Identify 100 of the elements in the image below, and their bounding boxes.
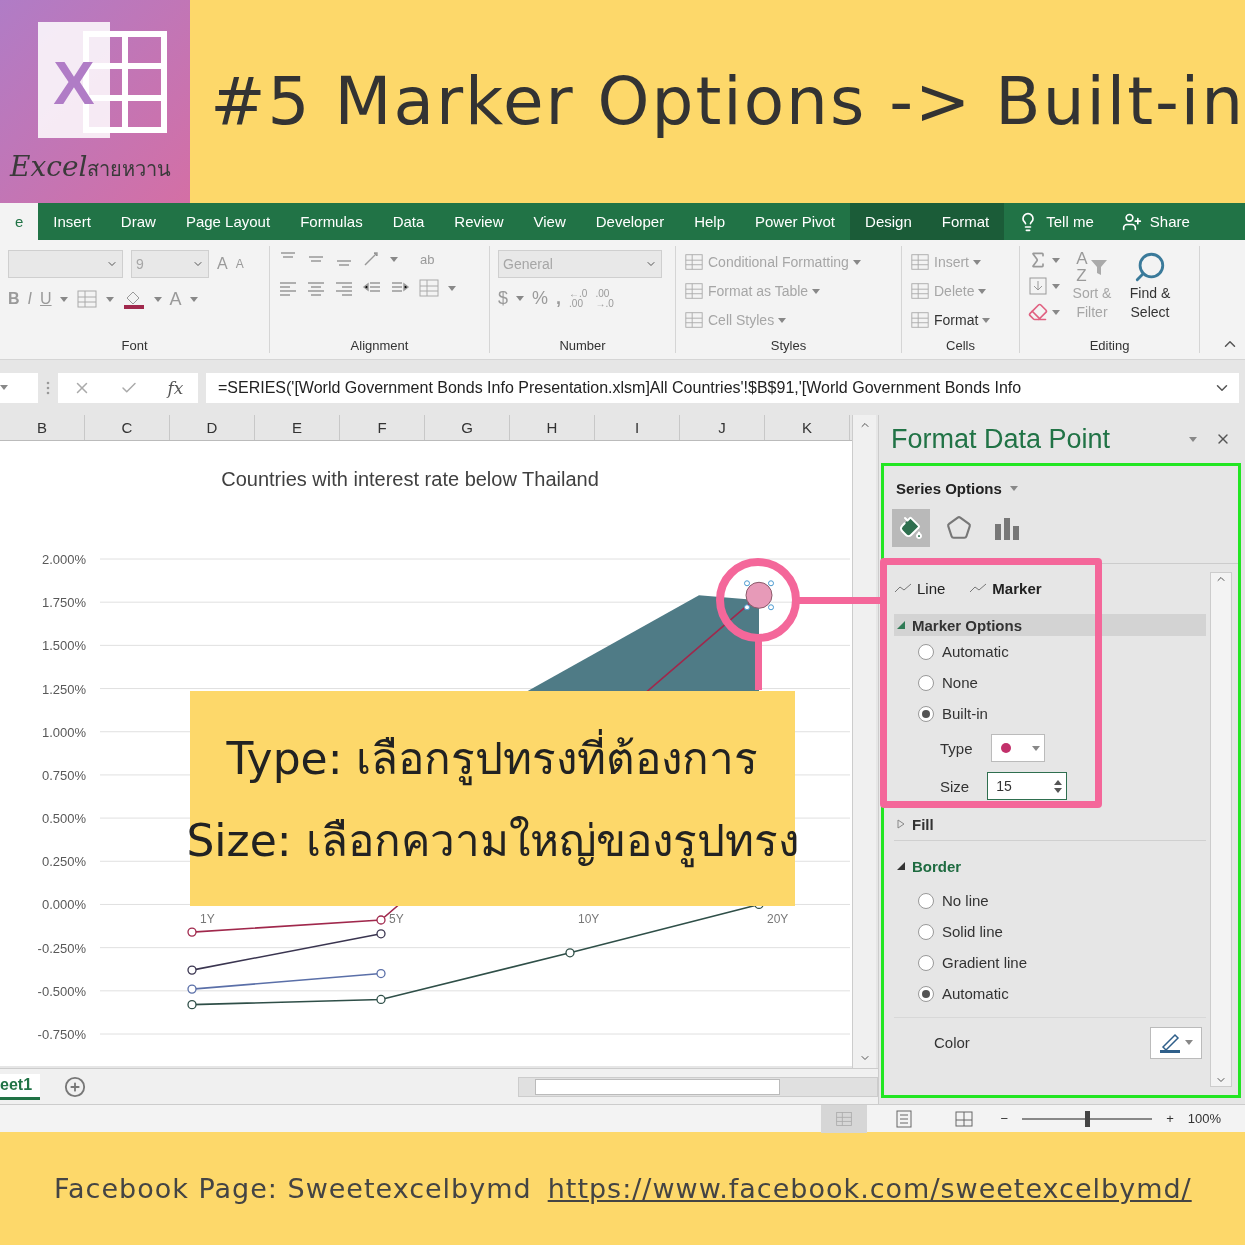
ribbon-tab[interactable]: Developer (580, 203, 680, 240)
data-point (565, 948, 575, 958)
ribbon-tab[interactable]: Power Pivot (740, 203, 851, 240)
marker-type-dropdown[interactable] (990, 734, 1045, 762)
insert-function-button[interactable]: fx (167, 377, 184, 398)
ribbon-command[interactable]: Format (910, 308, 1011, 332)
zoom-out-button[interactable]: − (1000, 1111, 1009, 1126)
vertical-scrollbar[interactable] (1210, 572, 1232, 1087)
align-center-icon[interactable] (306, 279, 326, 297)
ribbon-tab[interactable]: Draw (105, 203, 171, 240)
caret-icon (778, 317, 787, 323)
section-header[interactable]: Border (894, 855, 1206, 877)
axis-label: 5Y (389, 912, 404, 927)
zoom-in-button[interactable]: + (1166, 1111, 1174, 1126)
add-sheet-icon[interactable] (64, 1075, 87, 1098)
caret-icon (1052, 283, 1060, 289)
ribbon-tab[interactable]: Insert (38, 203, 106, 240)
ribbon-tab[interactable]: Review (439, 203, 519, 240)
caret-icon (1031, 745, 1040, 751)
group-label: Alignment (349, 338, 410, 353)
axis-label: 0.000% (41, 897, 86, 913)
collapsed-triangle-icon[interactable] (896, 819, 906, 829)
radio-option[interactable]: Automatic (894, 636, 1206, 667)
section-header[interactable]: Fill (894, 813, 1206, 835)
ribbon-tab[interactable]: Design (850, 203, 927, 240)
find-select-button[interactable]: Find & Select (1124, 284, 1176, 322)
radio-option[interactable]: No line (894, 885, 1206, 916)
caret-icon (1052, 257, 1060, 263)
search-icon[interactable] (1133, 250, 1167, 284)
chart-area[interactable] (0, 441, 852, 1066)
fill-down-icon[interactable] (1028, 276, 1048, 296)
sort-letter: Z (1076, 267, 1088, 284)
radio-option[interactable]: Solid line (894, 916, 1206, 947)
vertical-scrollbar[interactable] (852, 415, 876, 1068)
column-header[interactable]: I (595, 415, 680, 440)
eraser-icon[interactable] (1028, 302, 1048, 322)
size-spinner[interactable]: 15 (987, 772, 1068, 800)
column-header[interactable]: H (510, 415, 595, 440)
caret-icon (59, 296, 68, 302)
radio-option[interactable]: Built-in (894, 698, 1206, 729)
caret-icon (1189, 436, 1197, 442)
selected-marker[interactable] (744, 580, 774, 611)
column-header[interactable]: G (425, 415, 510, 440)
font-name-dropdown[interactable] (8, 250, 123, 278)
axis-label: 0.250% (41, 854, 86, 870)
formula-field[interactable]: =SERIES('[World Government Bonds Info Presentation.xlsm]All Countries'!$B$91,'[World Government Bonds Info (206, 372, 1239, 403)
merge-cells-icon[interactable] (418, 278, 440, 298)
radio-option[interactable]: Gradient line (894, 947, 1206, 978)
sheet-tab[interactable]: eet1 (0, 1073, 41, 1100)
zoom-slider-thumb[interactable] (1085, 1110, 1091, 1127)
section-header[interactable]: Marker Options (894, 614, 1206, 636)
data-point (376, 968, 386, 979)
filter-icon (1089, 257, 1108, 277)
column-header[interactable]: K (765, 415, 850, 440)
name-box[interactable] (0, 372, 38, 403)
radio-option[interactable]: None (894, 667, 1206, 698)
grip-icon (46, 380, 50, 395)
zoom-level[interactable]: 100% (1187, 1111, 1221, 1126)
column-header[interactable]: F (340, 415, 425, 440)
ribbon-tab[interactable]: Help (679, 203, 740, 240)
column-header[interactable]: E (255, 415, 340, 440)
align-left-icon[interactable] (278, 279, 298, 297)
column-header[interactable]: J (680, 415, 765, 440)
page-title: #5 Marker Options -> Built-in (209, 62, 1245, 142)
bar-chart-icon (994, 516, 1020, 540)
data-point (187, 1000, 197, 1010)
add-person-icon[interactable] (1121, 211, 1142, 232)
pane-icon-tab[interactable] (892, 509, 930, 547)
ribbon-tab[interactable]: Data (377, 203, 440, 240)
ribbon-tab[interactable]: View (518, 203, 581, 240)
series-options-dropdown[interactable]: Series Options (896, 480, 1002, 497)
expanded-triangle-icon[interactable] (896, 861, 906, 871)
pane-subtab[interactable]: Line (894, 579, 946, 597)
caret-icon (0, 385, 8, 390)
color-picker-button[interactable] (1150, 1026, 1202, 1059)
share-button[interactable]: Share (1149, 213, 1190, 230)
normal-view-button[interactable] (820, 1104, 867, 1133)
ribbon-tab[interactable]: Formulas (285, 203, 378, 240)
ribbon-tab[interactable]: Page Layout (170, 203, 286, 240)
ribbon-tab[interactable]: e (0, 203, 39, 240)
facebook-link[interactable]: https://www.facebook.com/sweetexcelbymd/ (547, 1173, 1192, 1204)
footer-text: Facebook Page: Sweetexcelbymd (54, 1173, 532, 1204)
axis-label: 20Y (767, 912, 789, 927)
caret-icon (1009, 486, 1018, 491)
column-header[interactable]: D (170, 415, 255, 440)
radio-option[interactable]: Automatic (894, 978, 1206, 1009)
caret-icon (448, 285, 456, 291)
align-right-icon[interactable] (334, 279, 354, 297)
pane-subtab[interactable]: Marker (969, 579, 1042, 597)
cells-icon[interactable] (910, 310, 930, 330)
spinner-arrows-icon[interactable] (1054, 779, 1063, 793)
column-header[interactable]: B (0, 415, 85, 440)
ribbon-tab[interactable]: Format (926, 203, 1005, 240)
column-header[interactable]: C (85, 415, 170, 440)
tell-me-link[interactable]: Tell me (1046, 213, 1094, 230)
borders-icon[interactable] (75, 289, 98, 309)
callout-text: Type: เลือกรูปทรงที่ต้องการ (226, 722, 759, 793)
caret-icon (105, 296, 114, 302)
caret-icon (973, 259, 981, 265)
horizontal-scrollbar[interactable] (518, 1076, 878, 1097)
